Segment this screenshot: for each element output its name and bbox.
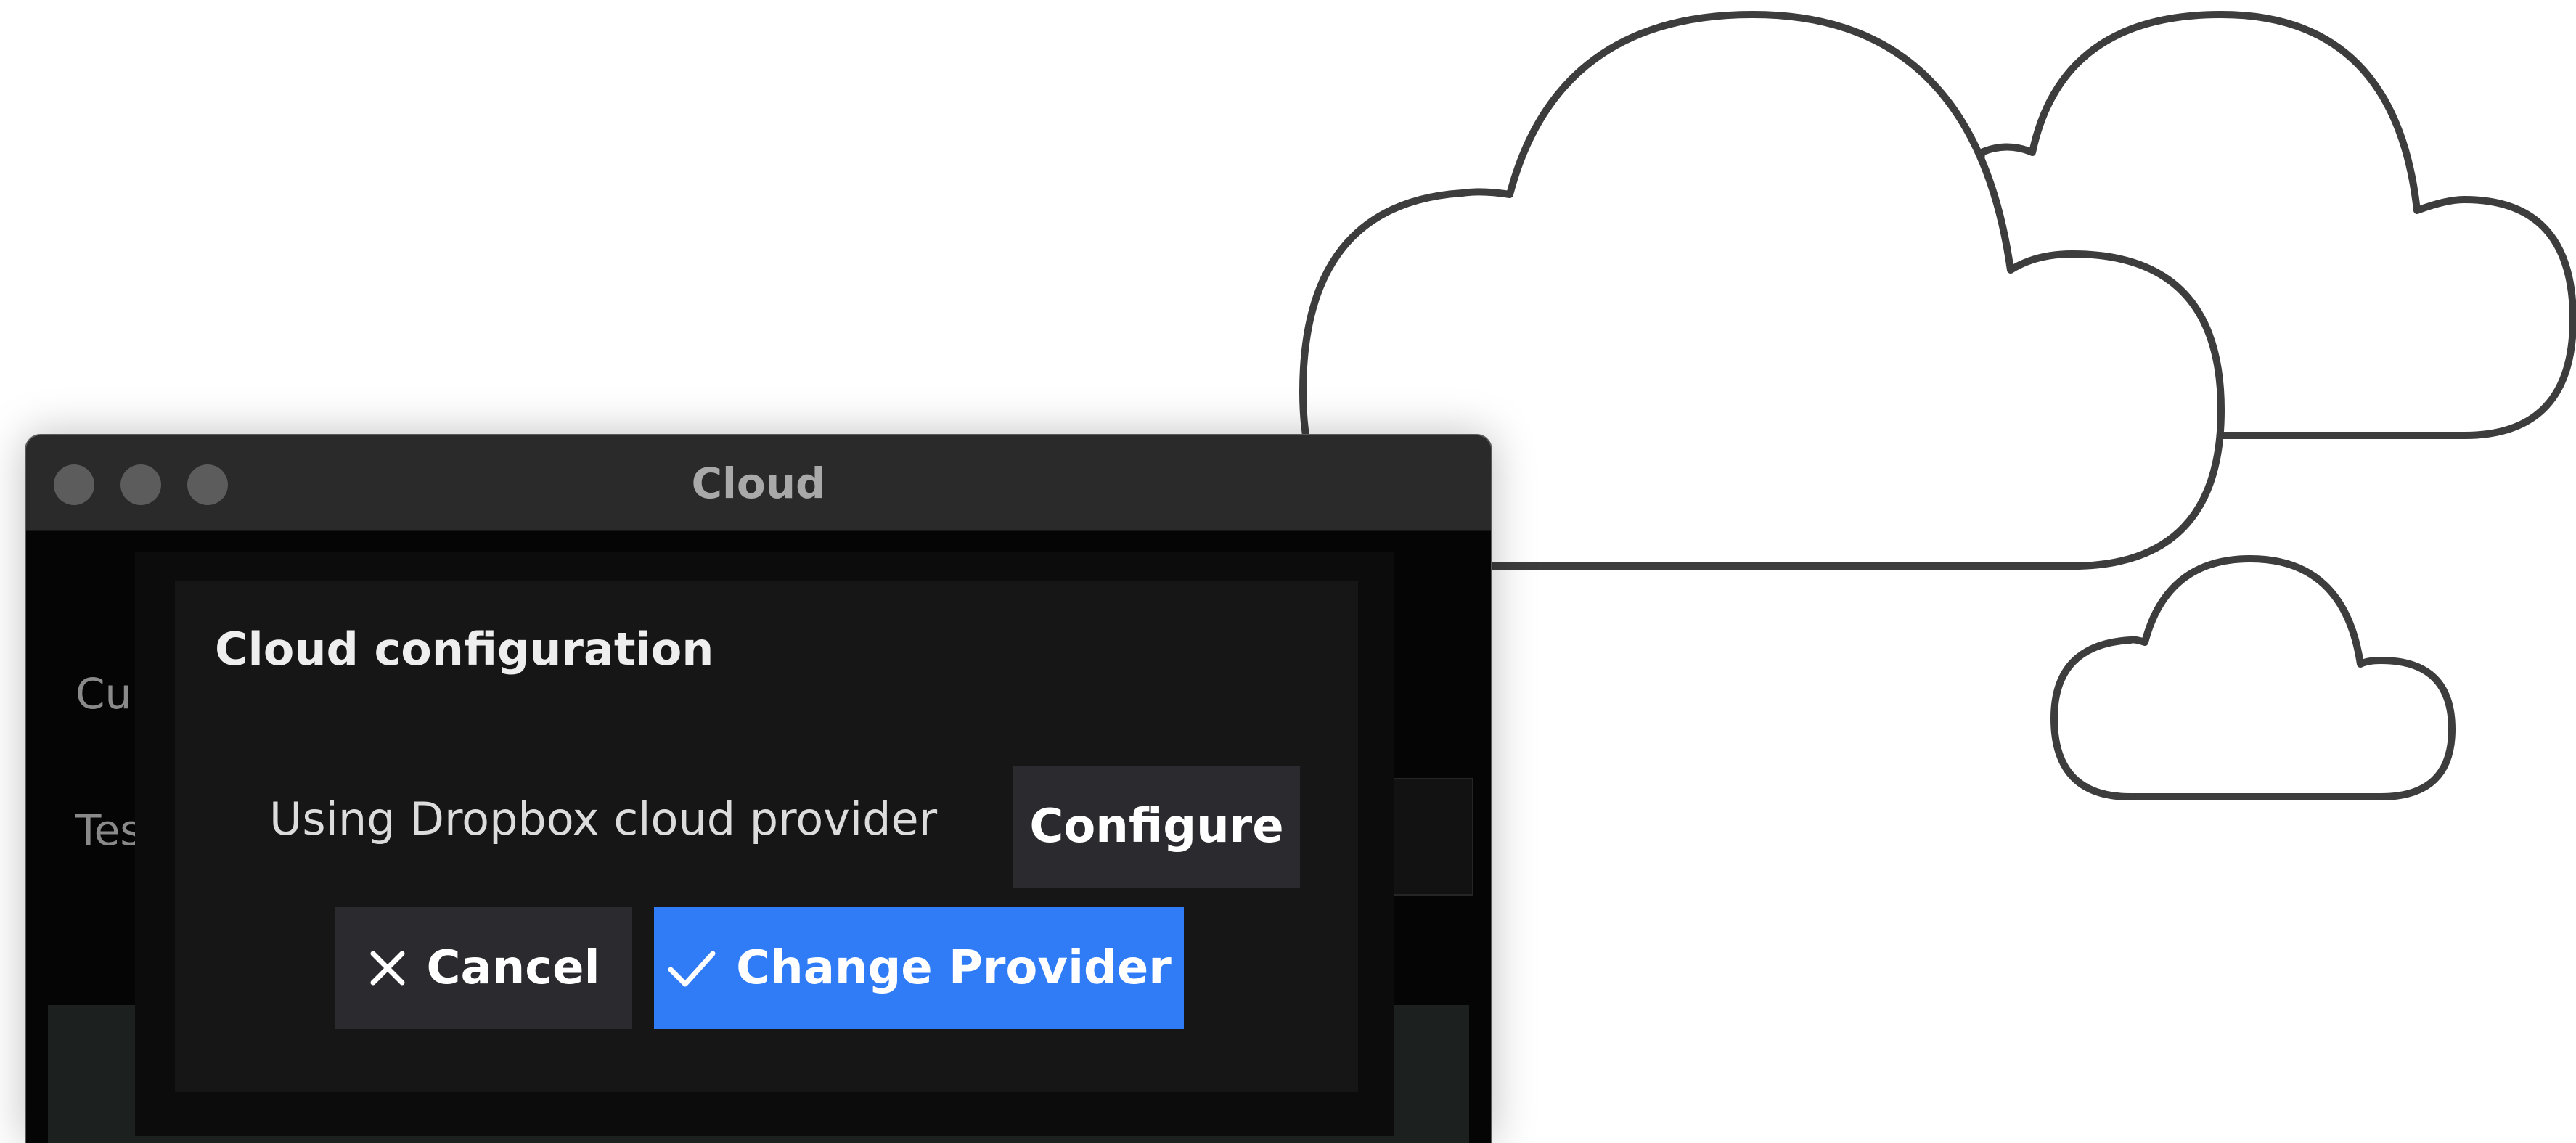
checkmark-icon — [666, 948, 717, 988]
cancel-button-label: Cancel — [426, 941, 600, 995]
close-icon — [367, 948, 408, 988]
cancel-button[interactable]: Cancel — [335, 907, 632, 1029]
cloud-window: Cloud Curr Test Cloud configuration Usin… — [25, 434, 1492, 1143]
window-title: Cloud — [691, 459, 826, 508]
change-provider-button-label: Change Provider — [736, 941, 1172, 995]
provider-status-text: Using Dropbox cloud provider — [269, 792, 938, 845]
configure-button[interactable]: Configure — [1013, 766, 1300, 888]
window-titlebar[interactable]: Cloud — [26, 435, 1491, 531]
change-provider-button[interactable]: Change Provider — [654, 907, 1184, 1029]
dialog-title: Cloud configuration — [215, 623, 714, 676]
cloud-icon — [2050, 555, 2456, 800]
cloud-configuration-dialog: Cloud configuration Using Dropbox cloud … — [175, 581, 1358, 1092]
configure-button-label: Configure — [1029, 800, 1284, 853]
